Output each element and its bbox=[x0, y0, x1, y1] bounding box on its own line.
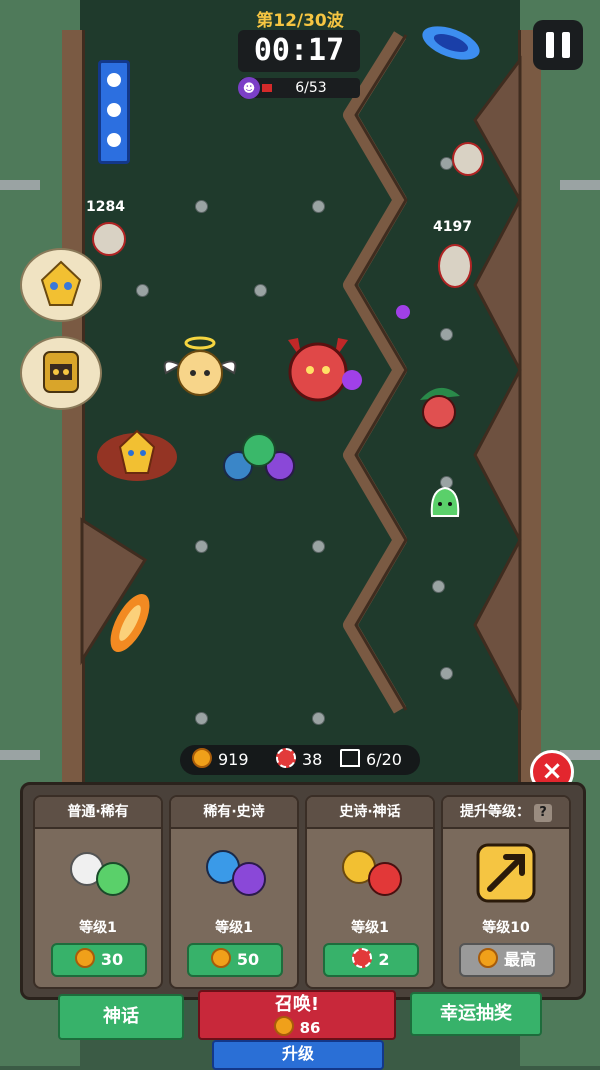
card-title-text: 提升等级： bbox=[460, 804, 530, 820]
coin-icon bbox=[192, 748, 212, 768]
wave-counter: 第12/30波 bbox=[256, 11, 344, 31]
peg bbox=[254, 284, 267, 297]
peg bbox=[195, 712, 208, 725]
card-title: 普通·稀有 bbox=[35, 797, 161, 829]
card-upgrade-level[interactable]: 提升等级：? 等级10 最高 bbox=[441, 795, 571, 989]
ladder-dot bbox=[107, 133, 121, 147]
enemy-knight-right bbox=[438, 244, 472, 288]
peg bbox=[312, 540, 325, 553]
blue-portal bbox=[422, 26, 480, 60]
enemy-knight-top bbox=[452, 142, 484, 176]
pause-icon bbox=[546, 32, 554, 58]
card-level: 等级1 bbox=[79, 920, 117, 936]
coin-icon bbox=[273, 1016, 294, 1036]
card-level: 等级1 bbox=[351, 920, 389, 936]
buy-button-rare-epic[interactable]: 50 bbox=[187, 943, 283, 977]
card-cost: 30 bbox=[100, 950, 124, 969]
fire-knight-hero[interactable] bbox=[94, 425, 180, 485]
pause-icon-bar bbox=[562, 32, 570, 58]
buy-button-common-rare[interactable]: 30 bbox=[51, 943, 147, 977]
card-title: 提升等级：? bbox=[443, 797, 569, 829]
goblin-hero[interactable] bbox=[414, 382, 464, 434]
card-level: 等级10 bbox=[482, 920, 530, 936]
card-common-rare[interactable]: 普通·稀有 等级1 30 bbox=[33, 795, 163, 989]
peg bbox=[312, 712, 325, 725]
enemy-count-bar: ☻ 6/53 bbox=[238, 77, 360, 99]
help-icon[interactable]: ? bbox=[534, 804, 552, 822]
chip-icon bbox=[352, 948, 373, 968]
pause-button[interactable] bbox=[533, 20, 583, 70]
capacity-icon bbox=[340, 749, 360, 767]
demon-hero[interactable] bbox=[268, 330, 368, 410]
enemy-hp-left: 1284 bbox=[86, 199, 125, 215]
summon-cost: 86 bbox=[299, 1019, 321, 1037]
card-rare-epic[interactable]: 稀有·史诗 等级1 50 bbox=[169, 795, 299, 989]
coin-icon bbox=[74, 948, 95, 968]
peg bbox=[312, 200, 325, 213]
devil-icon: ☻ bbox=[238, 77, 260, 99]
unit-value: 6/20 bbox=[366, 750, 402, 769]
enemy-count-text: 6/53 bbox=[295, 80, 327, 96]
buy-button-epic-myth[interactable]: 2 bbox=[323, 943, 419, 977]
upgrade-max-button[interactable]: 最高 bbox=[459, 943, 555, 977]
ladder-dot bbox=[107, 73, 121, 87]
hero-bubble-pharaoh[interactable] bbox=[20, 336, 102, 410]
card-title: 稀有·史诗 bbox=[171, 797, 297, 829]
coin-counter: 919 bbox=[192, 745, 249, 775]
magic-orb bbox=[396, 305, 410, 319]
resource-bar: 919 38 6/20 bbox=[180, 745, 420, 775]
summon-panel: 普通·稀有 等级1 30 稀有·史诗 等级1 50 史诗·神话 等级1 2 提升… bbox=[20, 782, 586, 1000]
card-cost: 2 bbox=[378, 950, 390, 969]
peg bbox=[195, 540, 208, 553]
spawn-ladder bbox=[98, 60, 130, 164]
pharaoh-icon bbox=[43, 351, 79, 393]
peg bbox=[195, 200, 208, 213]
peg bbox=[432, 580, 445, 593]
peg bbox=[136, 284, 149, 297]
upgrade-arrow-icon bbox=[476, 843, 536, 903]
wave-timer: 00:17 bbox=[238, 30, 360, 72]
ladder-dot bbox=[107, 103, 121, 117]
triple-dragon-hero[interactable] bbox=[218, 428, 300, 488]
hero-bubble-gold[interactable] bbox=[20, 248, 102, 322]
coin-icon bbox=[477, 948, 498, 968]
lucky-draw-button[interactable]: 幸运抽奖 bbox=[410, 992, 542, 1036]
card-cost: 50 bbox=[236, 950, 260, 969]
peg bbox=[440, 667, 453, 680]
enemy-hp-right: 4197 bbox=[433, 219, 472, 235]
card-title: 史诗·神话 bbox=[307, 797, 433, 829]
gold-red-dragon-icon bbox=[342, 850, 402, 896]
coin-value: 919 bbox=[218, 750, 249, 769]
card-cost: 最高 bbox=[503, 950, 536, 969]
card-level: 等级1 bbox=[215, 920, 253, 936]
gold-knight-icon bbox=[40, 260, 82, 306]
blue-purple-dragon-icon bbox=[206, 850, 266, 896]
orange-portal bbox=[110, 593, 150, 653]
angel-hero[interactable] bbox=[160, 335, 240, 405]
myth-button[interactable]: 神话 bbox=[58, 994, 184, 1040]
unit-counter: 6/20 bbox=[340, 745, 402, 775]
green-slime-hero[interactable] bbox=[428, 484, 462, 520]
coin-icon bbox=[210, 948, 231, 968]
chip-value: 38 bbox=[302, 750, 323, 769]
summon-label: 召唤! bbox=[274, 994, 320, 1015]
chip-counter: 38 bbox=[276, 745, 322, 775]
chip-icon bbox=[276, 748, 296, 768]
card-epic-myth[interactable]: 史诗·神话 等级1 2 bbox=[305, 795, 435, 989]
peg bbox=[440, 328, 453, 341]
summon-button[interactable]: 召唤! 86 bbox=[198, 990, 396, 1040]
white-dragon-icon bbox=[70, 852, 130, 896]
